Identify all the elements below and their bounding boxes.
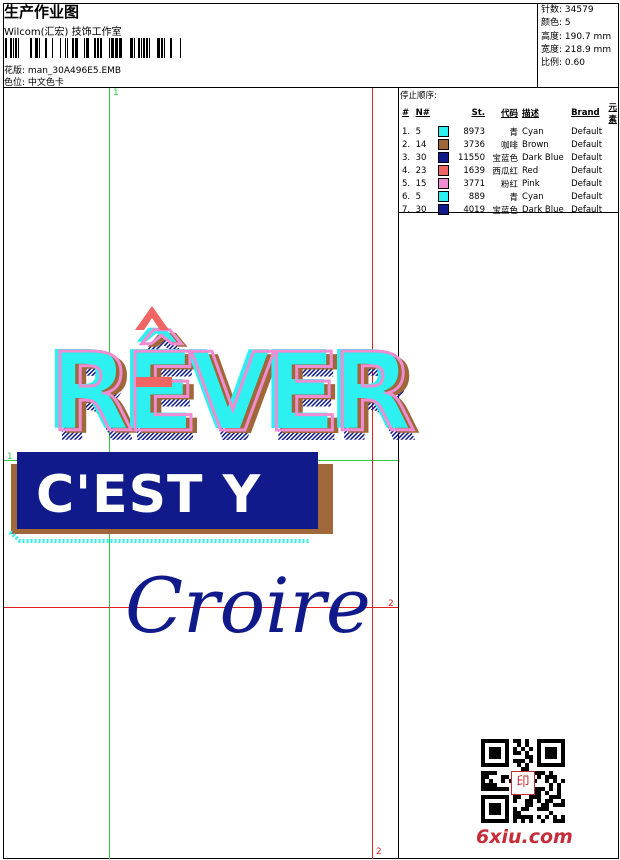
- cest-y-text: C'EST Y: [36, 465, 262, 525]
- red-accent-bar: [136, 377, 172, 387]
- rever-shadow: RÊVER RÊVER RÊVER RÊVER: [45, 327, 427, 466]
- red-accent-chevron: [135, 306, 169, 330]
- croire-text: Croire: [125, 561, 371, 650]
- site-watermark: 6xiu.com: [476, 826, 573, 848]
- embroidery-design: RÊVER RÊVER RÊVER RÊVER C'EST Y Croire: [8, 306, 427, 650]
- svg-text:RÊVER: RÊVER: [50, 329, 413, 456]
- qr-stamp: 印: [511, 771, 535, 795]
